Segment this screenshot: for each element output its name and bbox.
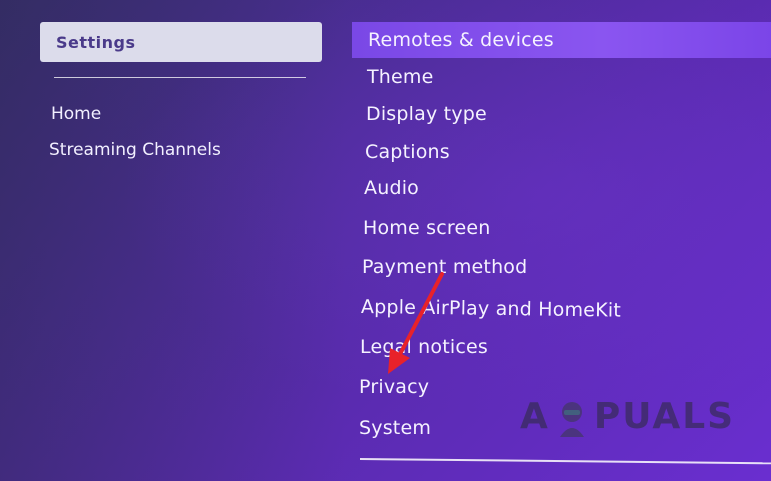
menu-item-theme[interactable]: Theme — [367, 66, 434, 88]
menu-item-label: Remotes & devices — [368, 29, 554, 51]
menu-item-captions[interactable]: Captions — [365, 141, 450, 163]
watermark-logo: A PUALS — [520, 396, 735, 437]
mascot-icon — [559, 401, 584, 437]
red-arrow-icon — [388, 272, 444, 374]
menu-item-remotes-devices[interactable]: Remotes & devices — [352, 22, 771, 58]
watermark-text-left: A — [520, 396, 550, 437]
sidebar-header-settings[interactable]: Settings — [40, 22, 322, 62]
sidebar-item-streaming-channels[interactable]: Streaming Channels — [49, 140, 221, 160]
menu-item-home-screen[interactable]: Home screen — [363, 217, 491, 239]
watermark-text-right: PUALS — [593, 396, 736, 437]
menu-item-system[interactable]: System — [359, 417, 431, 439]
menu-bottom-divider — [359, 458, 771, 465]
sidebar: Settings Home Streaming Channels — [40, 22, 330, 160]
menu-item-audio[interactable]: Audio — [364, 177, 419, 199]
menu-item-display-type[interactable]: Display type — [366, 103, 487, 125]
sidebar-divider — [54, 77, 306, 78]
sidebar-item-home[interactable]: Home — [51, 104, 101, 124]
